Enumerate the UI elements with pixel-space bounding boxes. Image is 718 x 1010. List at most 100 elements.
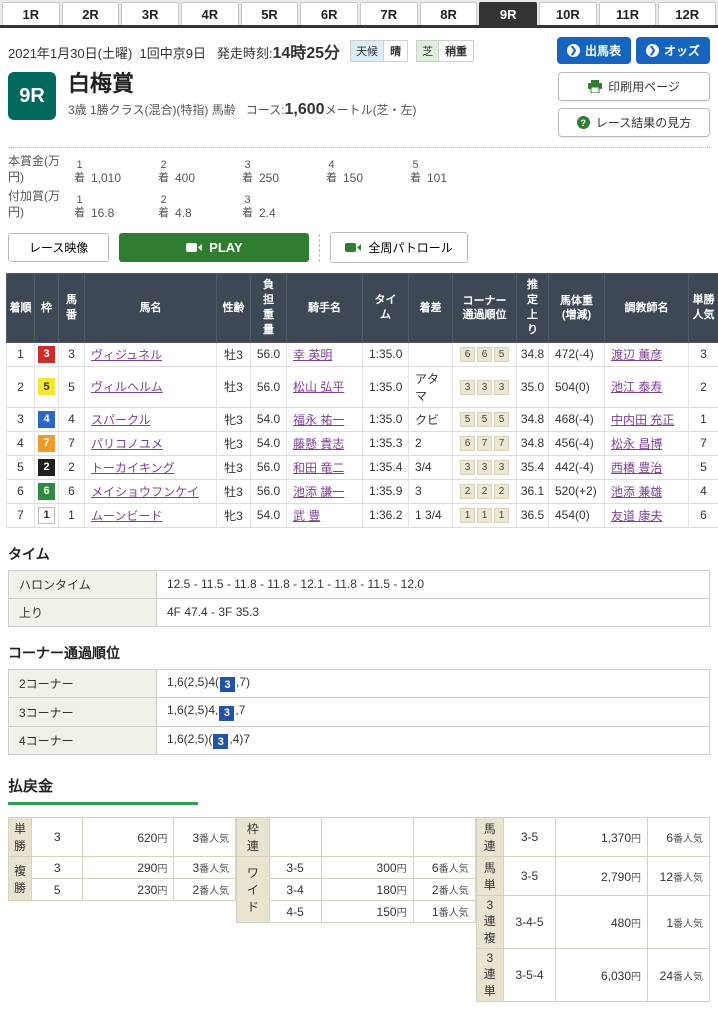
- load-weight: 56.0: [251, 479, 287, 503]
- horse-link[interactable]: スパークル: [91, 413, 151, 427]
- col-frame: 枠: [35, 274, 59, 342]
- tab-11r[interactable]: 11R: [599, 2, 657, 25]
- last-3f: 34.8: [517, 431, 549, 455]
- last-up-row: 上り 4F 47.4 - 3F 35.3: [9, 598, 710, 626]
- tab-7r[interactable]: 7R: [360, 2, 418, 25]
- tab-1r[interactable]: 1R: [2, 2, 60, 25]
- horse-weight: 454(0): [549, 503, 605, 527]
- tab-6r[interactable]: 6R: [300, 2, 358, 25]
- horse-link[interactable]: ムーンビード: [91, 509, 162, 523]
- trainer-link[interactable]: 池江 泰寿: [611, 380, 662, 394]
- load-weight: 54.0: [251, 503, 287, 527]
- trainer-link[interactable]: 池添 兼雄: [611, 485, 662, 499]
- horse-link[interactable]: メイショウフンケイ: [91, 485, 199, 499]
- winner-highlight: 3: [213, 734, 228, 749]
- patrol-video-button[interactable]: 全周パトロール: [330, 232, 467, 263]
- corner-row: 4コーナー 1,6(2,5)(3,4)7: [9, 726, 710, 755]
- results-table: 着順 枠 馬番 馬名 性齢 負担重量 騎手名 タイム 着差 コーナー通過順位 推…: [6, 273, 718, 527]
- tab-4r[interactable]: 4R: [181, 2, 239, 25]
- tab-10r[interactable]: 10R: [539, 2, 597, 25]
- last-3f: 34.8: [517, 342, 549, 366]
- frame-badge: 1: [38, 507, 55, 524]
- tab-8r[interactable]: 8R: [420, 2, 478, 25]
- corner-row: 2コーナー 1,6(2,5)4(3,7): [9, 669, 710, 698]
- tab-2r[interactable]: 2R: [62, 2, 120, 25]
- frame-badge: 7: [38, 435, 55, 452]
- last-3f: 36.1: [517, 479, 549, 503]
- tab-9r-active[interactable]: 9R: [479, 2, 537, 25]
- win-popularity: 7: [689, 431, 718, 455]
- results-help-button[interactable]: ? レース結果の見方: [558, 108, 710, 137]
- finish-position: 6: [7, 479, 35, 503]
- trainer-link[interactable]: 友道 康夫: [611, 509, 662, 523]
- win-popularity: 6: [689, 503, 718, 527]
- horse-weight: 520(+2): [549, 479, 605, 503]
- col-win-popularity: 単勝人気: [689, 274, 718, 342]
- sex-age: 牝3: [217, 431, 251, 455]
- exacta-row: 馬単 3-5 2,790円 12番人気: [476, 857, 709, 896]
- time: 1:35.9: [363, 479, 409, 503]
- trainer-link[interactable]: 渡辺 薫彦: [611, 348, 662, 362]
- video-button-row: レース映像 PLAY 全周パトロール: [8, 232, 710, 263]
- time-table: ハロンタイム 12.5 - 11.5 - 11.8 - 11.8 - 12.1 …: [8, 570, 710, 627]
- horse-link[interactable]: ヴィルヘルム: [91, 380, 163, 394]
- trainer-link[interactable]: 松永 昌博: [611, 437, 662, 451]
- horse-number: 7: [59, 431, 85, 455]
- finish-position: 3: [7, 407, 35, 431]
- sex-age: 牡3: [217, 455, 251, 479]
- date-row: 2021年1月30日(土曜) 1回中京9日 発走時刻:14時25分 天候晴 芝稍…: [0, 28, 718, 68]
- horse-link[interactable]: パリコノユメ: [91, 437, 163, 451]
- odds-button[interactable]: ❯ オッズ: [636, 37, 710, 64]
- time: 1:35.0: [363, 407, 409, 431]
- horse-weight: 472(-4): [549, 342, 605, 366]
- trifecta-row: 3連単 3-5-4 6,030円 24番人気: [476, 949, 709, 1002]
- jockey-link[interactable]: 武 豊: [293, 509, 320, 523]
- prize-value: 4.8: [175, 206, 192, 220]
- result-row: 1 3 3 ヴィジュネル 牡3 56.0 幸 英明 1:35.0 665 34.…: [7, 342, 718, 366]
- entries-button[interactable]: ❯ 出馬表: [557, 37, 631, 64]
- margin: 2: [409, 431, 453, 455]
- col-horse-number: 馬番: [59, 274, 85, 342]
- trio-row: 3連複 3-4-5 480円 1番人気: [476, 896, 709, 949]
- horse-link[interactable]: トーカイキング: [91, 461, 175, 475]
- sex-age: 牡3: [217, 366, 251, 407]
- frame-badge: 6: [38, 483, 55, 500]
- jockey-link[interactable]: 松山 弘平: [293, 380, 344, 394]
- tab-3r[interactable]: 3R: [121, 2, 179, 25]
- horse-number: 2: [59, 455, 85, 479]
- printer-icon: [588, 80, 602, 93]
- horse-number: 1: [59, 503, 85, 527]
- play-button[interactable]: PLAY: [119, 233, 309, 262]
- jockey-link[interactable]: 池添 謙一: [293, 485, 344, 499]
- tab-5r[interactable]: 5R: [241, 2, 299, 25]
- last-3f: 34.8: [517, 407, 549, 431]
- corner-order: 665: [453, 342, 517, 366]
- payout-tables: 単勝 3 620円 3番人気 複勝 3 290円 3番人気 5 230円 2番人…: [8, 817, 710, 1002]
- prize-value: 101: [427, 171, 447, 185]
- win-row: 単勝 3 620円 3番人気: [9, 818, 236, 857]
- race-video-button[interactable]: レース映像: [8, 233, 109, 262]
- quinella-row: 馬連 3-5 1,370円 6番人気: [476, 818, 709, 857]
- jockey-link[interactable]: 福永 祐一: [293, 413, 344, 427]
- margin: アタマ: [409, 366, 453, 407]
- horse-link[interactable]: ヴィジュネル: [91, 348, 162, 362]
- finish-position: 4: [7, 431, 35, 455]
- jockey-link[interactable]: 和田 竜二: [293, 461, 344, 475]
- tab-12r[interactable]: 12R: [658, 2, 716, 25]
- result-row: 7 1 1 ムーンビード 牝3 54.0 武 豊 1:36.2 1 3/4 11…: [7, 503, 718, 527]
- trainer-link[interactable]: 中内田 充正: [611, 413, 674, 427]
- jockey-link[interactable]: 藤懸 貴志: [293, 437, 344, 451]
- help-circle-icon: ?: [577, 116, 590, 129]
- jockey-link[interactable]: 幸 英明: [293, 348, 332, 362]
- corner-order: 111: [453, 503, 517, 527]
- col-time: タイム: [363, 274, 409, 342]
- trainer-link[interactable]: 西橋 豊治: [611, 461, 662, 475]
- load-weight: 56.0: [251, 455, 287, 479]
- corner-order: 333: [453, 455, 517, 479]
- payout-heading-underline: [8, 802, 198, 805]
- print-page-button[interactable]: 印刷用ページ: [558, 72, 710, 101]
- margin: 1 3/4: [409, 503, 453, 527]
- horse-number: 5: [59, 366, 85, 407]
- time-section-heading: タイム: [8, 544, 710, 564]
- result-row: 5 2 2 トーカイキング 牡3 56.0 和田 竜二 1:35.4 3/4 3…: [7, 455, 718, 479]
